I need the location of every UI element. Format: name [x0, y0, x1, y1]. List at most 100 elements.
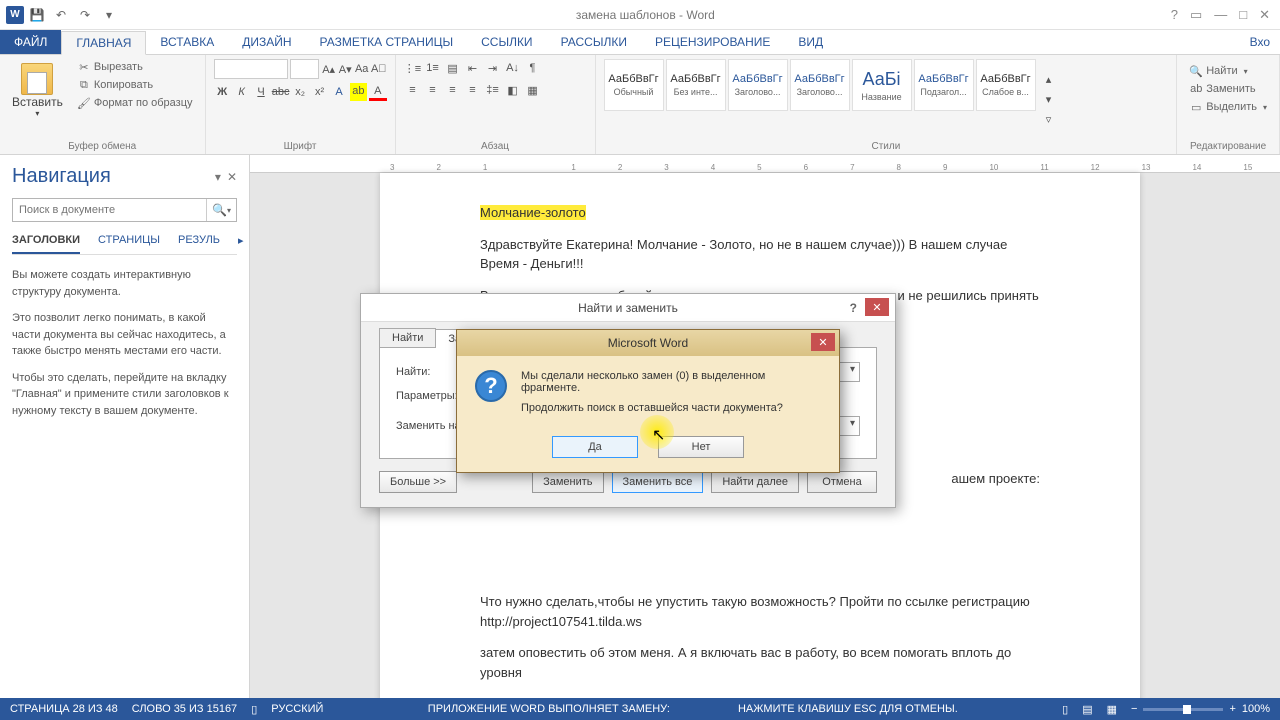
find-button[interactable]: 🔍Найти▾	[1185, 63, 1271, 79]
style-no-spacing[interactable]: АаБбВвГгБез инте...	[666, 59, 726, 111]
styles-scroll-down-icon[interactable]: ▾	[1040, 90, 1058, 108]
format-painter-button[interactable]: 🖌Формат по образцу	[73, 95, 197, 111]
replace-button[interactable]: abЗаменить	[1185, 81, 1271, 97]
paste-button[interactable]: Вставить ▾	[8, 59, 67, 139]
status-words[interactable]: СЛОВО 35 ИЗ 15167	[132, 703, 237, 715]
view-web-icon[interactable]: ▦	[1107, 703, 1117, 716]
qat-dropdown-icon[interactable]: ▾	[98, 4, 120, 26]
zoom-slider[interactable]	[1143, 708, 1223, 711]
styles-more-icon[interactable]: ▿	[1040, 110, 1058, 128]
shading-icon[interactable]: ◧	[504, 81, 522, 99]
search-button[interactable]: 🔍▾	[206, 199, 236, 221]
clear-format-icon[interactable]: A⃠	[371, 60, 387, 78]
style-subtitle[interactable]: АаБбВвГгПодзагол...	[914, 59, 974, 111]
search-input[interactable]	[13, 199, 206, 221]
shrink-font-icon[interactable]: A▾	[338, 60, 353, 78]
line-spacing-icon[interactable]: ‡≡	[484, 81, 502, 99]
sort-icon[interactable]: A↓	[504, 59, 522, 77]
subscript-icon[interactable]: x₂	[291, 83, 308, 101]
view-read-icon[interactable]: ▯	[1062, 703, 1068, 716]
select-button[interactable]: ▭Выделить▾	[1185, 99, 1271, 115]
msgbox-close-icon[interactable]: ✕	[811, 333, 835, 351]
text-effects-icon[interactable]: A	[330, 83, 347, 101]
tab-insert[interactable]: ВСТАВКА	[146, 30, 228, 54]
style-subtle[interactable]: АаБбВвГгСлабое в...	[976, 59, 1036, 111]
align-center-icon[interactable]: ≡	[424, 81, 442, 99]
font-color-icon[interactable]: A	[369, 83, 386, 101]
outdent-icon[interactable]: ⇤	[464, 59, 482, 77]
bullets-icon[interactable]: ⋮≡	[404, 59, 422, 77]
change-case-icon[interactable]: Aa	[354, 60, 369, 78]
cut-button[interactable]: ✂Вырезать	[73, 59, 197, 75]
indent-icon[interactable]: ⇥	[484, 59, 502, 77]
zoom-out-icon[interactable]: −	[1131, 703, 1137, 715]
msgbox-titlebar[interactable]: Microsoft Word ✕	[457, 330, 839, 356]
minimize-icon[interactable]: —	[1214, 7, 1227, 23]
dialog-close-icon[interactable]: ✕	[865, 298, 889, 316]
align-left-icon[interactable]: ≡	[404, 81, 422, 99]
tab-file[interactable]: ФАЙЛ	[0, 30, 61, 54]
replace-one-button[interactable]: Заменить	[532, 471, 603, 493]
no-button[interactable]: Нет	[658, 436, 744, 458]
style-heading2[interactable]: АаБбВвГгЗаголово...	[790, 59, 850, 111]
replace-all-button[interactable]: Заменить все	[612, 471, 704, 493]
numbering-icon[interactable]: 1≡	[424, 59, 442, 77]
close-window-icon[interactable]: ✕	[1259, 7, 1270, 23]
help-icon[interactable]: ?	[1171, 7, 1178, 23]
nav-tab-headings[interactable]: ЗАГОЛОВКИ	[12, 234, 80, 254]
tab-review[interactable]: РЕЦЕНЗИРОВАНИЕ	[641, 30, 784, 54]
find-next-button[interactable]: Найти далее	[711, 471, 799, 493]
tab-home[interactable]: ГЛАВНАЯ	[61, 31, 146, 55]
align-right-icon[interactable]: ≡	[444, 81, 462, 99]
nav-close-icon[interactable]: ✕	[227, 170, 237, 184]
dialog-titlebar[interactable]: Найти и заменить ? ✕	[361, 294, 895, 322]
cancel-button[interactable]: Отмена	[807, 471, 877, 493]
proofing-icon[interactable]: ▯	[251, 703, 257, 716]
ribbon-options-icon[interactable]: ▭	[1190, 7, 1202, 23]
superscript-icon[interactable]: x²	[311, 83, 328, 101]
paste-icon	[21, 63, 53, 95]
tab-design[interactable]: ДИЗАЙН	[228, 30, 305, 54]
tab-layout[interactable]: РАЗМЕТКА СТРАНИЦЫ	[306, 30, 468, 54]
borders-icon[interactable]: ▦	[524, 81, 542, 99]
underline-icon[interactable]: Ч	[252, 83, 269, 101]
tab-view[interactable]: ВИД	[784, 30, 837, 54]
strike-icon[interactable]: abc	[272, 83, 290, 101]
styles-scroll-up-icon[interactable]: ▴	[1040, 70, 1058, 88]
style-normal[interactable]: АаБбВвГгОбычный	[604, 59, 664, 111]
yes-button[interactable]: Да	[552, 436, 638, 458]
nav-tab-results[interactable]: РЕЗУЛЬ	[178, 234, 220, 254]
zoom-level[interactable]: 100%	[1242, 703, 1270, 715]
highlight-icon[interactable]: ab	[350, 83, 367, 101]
bold-icon[interactable]: Ж	[214, 83, 231, 101]
view-print-icon[interactable]: ▤	[1082, 703, 1092, 716]
font-family-combo[interactable]	[214, 59, 289, 79]
redo-icon[interactable]: ↷	[74, 4, 96, 26]
maximize-icon[interactable]: □	[1239, 7, 1247, 23]
zoom-in-icon[interactable]: +	[1229, 703, 1235, 715]
sign-in-link[interactable]: Вхо	[1250, 30, 1280, 54]
nav-tabs-more-icon[interactable]: ▸	[238, 234, 244, 254]
tab-find[interactable]: Найти	[379, 328, 436, 347]
more-button[interactable]: Больше >>	[379, 471, 457, 493]
status-language[interactable]: РУССКИЙ	[271, 703, 323, 715]
nav-tab-pages[interactable]: СТРАНИЦЫ	[98, 234, 160, 254]
multilevel-icon[interactable]: ▤	[444, 59, 462, 77]
justify-icon[interactable]: ≡	[464, 81, 482, 99]
tab-mailings[interactable]: РАССЫЛКИ	[547, 30, 641, 54]
undo-icon[interactable]: ↶	[50, 4, 72, 26]
font-size-combo[interactable]	[290, 59, 319, 79]
status-page[interactable]: СТРАНИЦА 28 ИЗ 48	[10, 703, 118, 715]
dialog-help-icon[interactable]: ?	[850, 301, 857, 315]
horizontal-ruler[interactable]: 3211234567891011121314151617	[250, 155, 1280, 173]
copy-button[interactable]: ⧉Копировать	[73, 77, 197, 93]
italic-icon[interactable]: К	[233, 83, 250, 101]
style-heading1[interactable]: АаБбВвГгЗаголово...	[728, 59, 788, 111]
save-icon[interactable]: 💾	[26, 4, 48, 26]
style-title[interactable]: АаБіНазвание	[852, 59, 912, 111]
paragraph: Что нужно сделать,чтобы не упустить таку…	[480, 592, 1040, 631]
nav-dropdown-icon[interactable]: ▾	[215, 170, 221, 184]
tab-references[interactable]: ССЫЛКИ	[467, 30, 546, 54]
grow-font-icon[interactable]: A▴	[321, 60, 336, 78]
show-marks-icon[interactable]: ¶	[524, 59, 542, 77]
